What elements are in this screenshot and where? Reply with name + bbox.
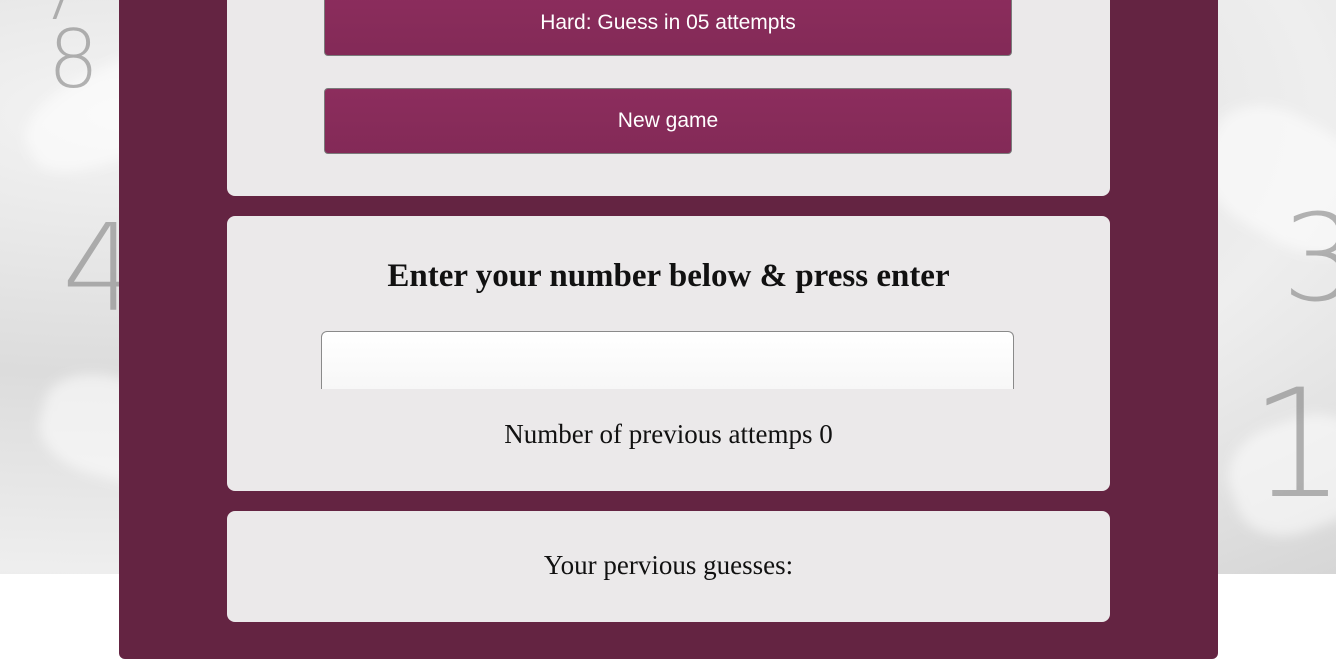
guess-input[interactable] — [321, 331, 1014, 389]
difficulty-card: Hard: Guess in 05 attempts New game — [227, 0, 1110, 196]
guess-heading: Enter your number below & press enter — [387, 258, 950, 294]
background-digit: 7 — [38, 0, 83, 30]
guess-card: Enter your number below & press enter Nu… — [227, 216, 1110, 491]
attempts-counter: Number of previous attemps 0 — [504, 419, 833, 449]
new-game-button[interactable]: New game — [324, 88, 1012, 154]
background-digit: 1 — [1250, 358, 1336, 532]
game-panel: Hard: Guess in 05 attempts New game Ente… — [119, 0, 1218, 659]
hard-difficulty-button[interactable]: Hard: Guess in 05 attempts — [324, 0, 1012, 56]
previous-guesses-card: Your pervious guesses: — [227, 511, 1110, 622]
previous-guesses-label: Your pervious guesses: — [543, 550, 794, 580]
background-digit: 3 — [1282, 190, 1336, 329]
